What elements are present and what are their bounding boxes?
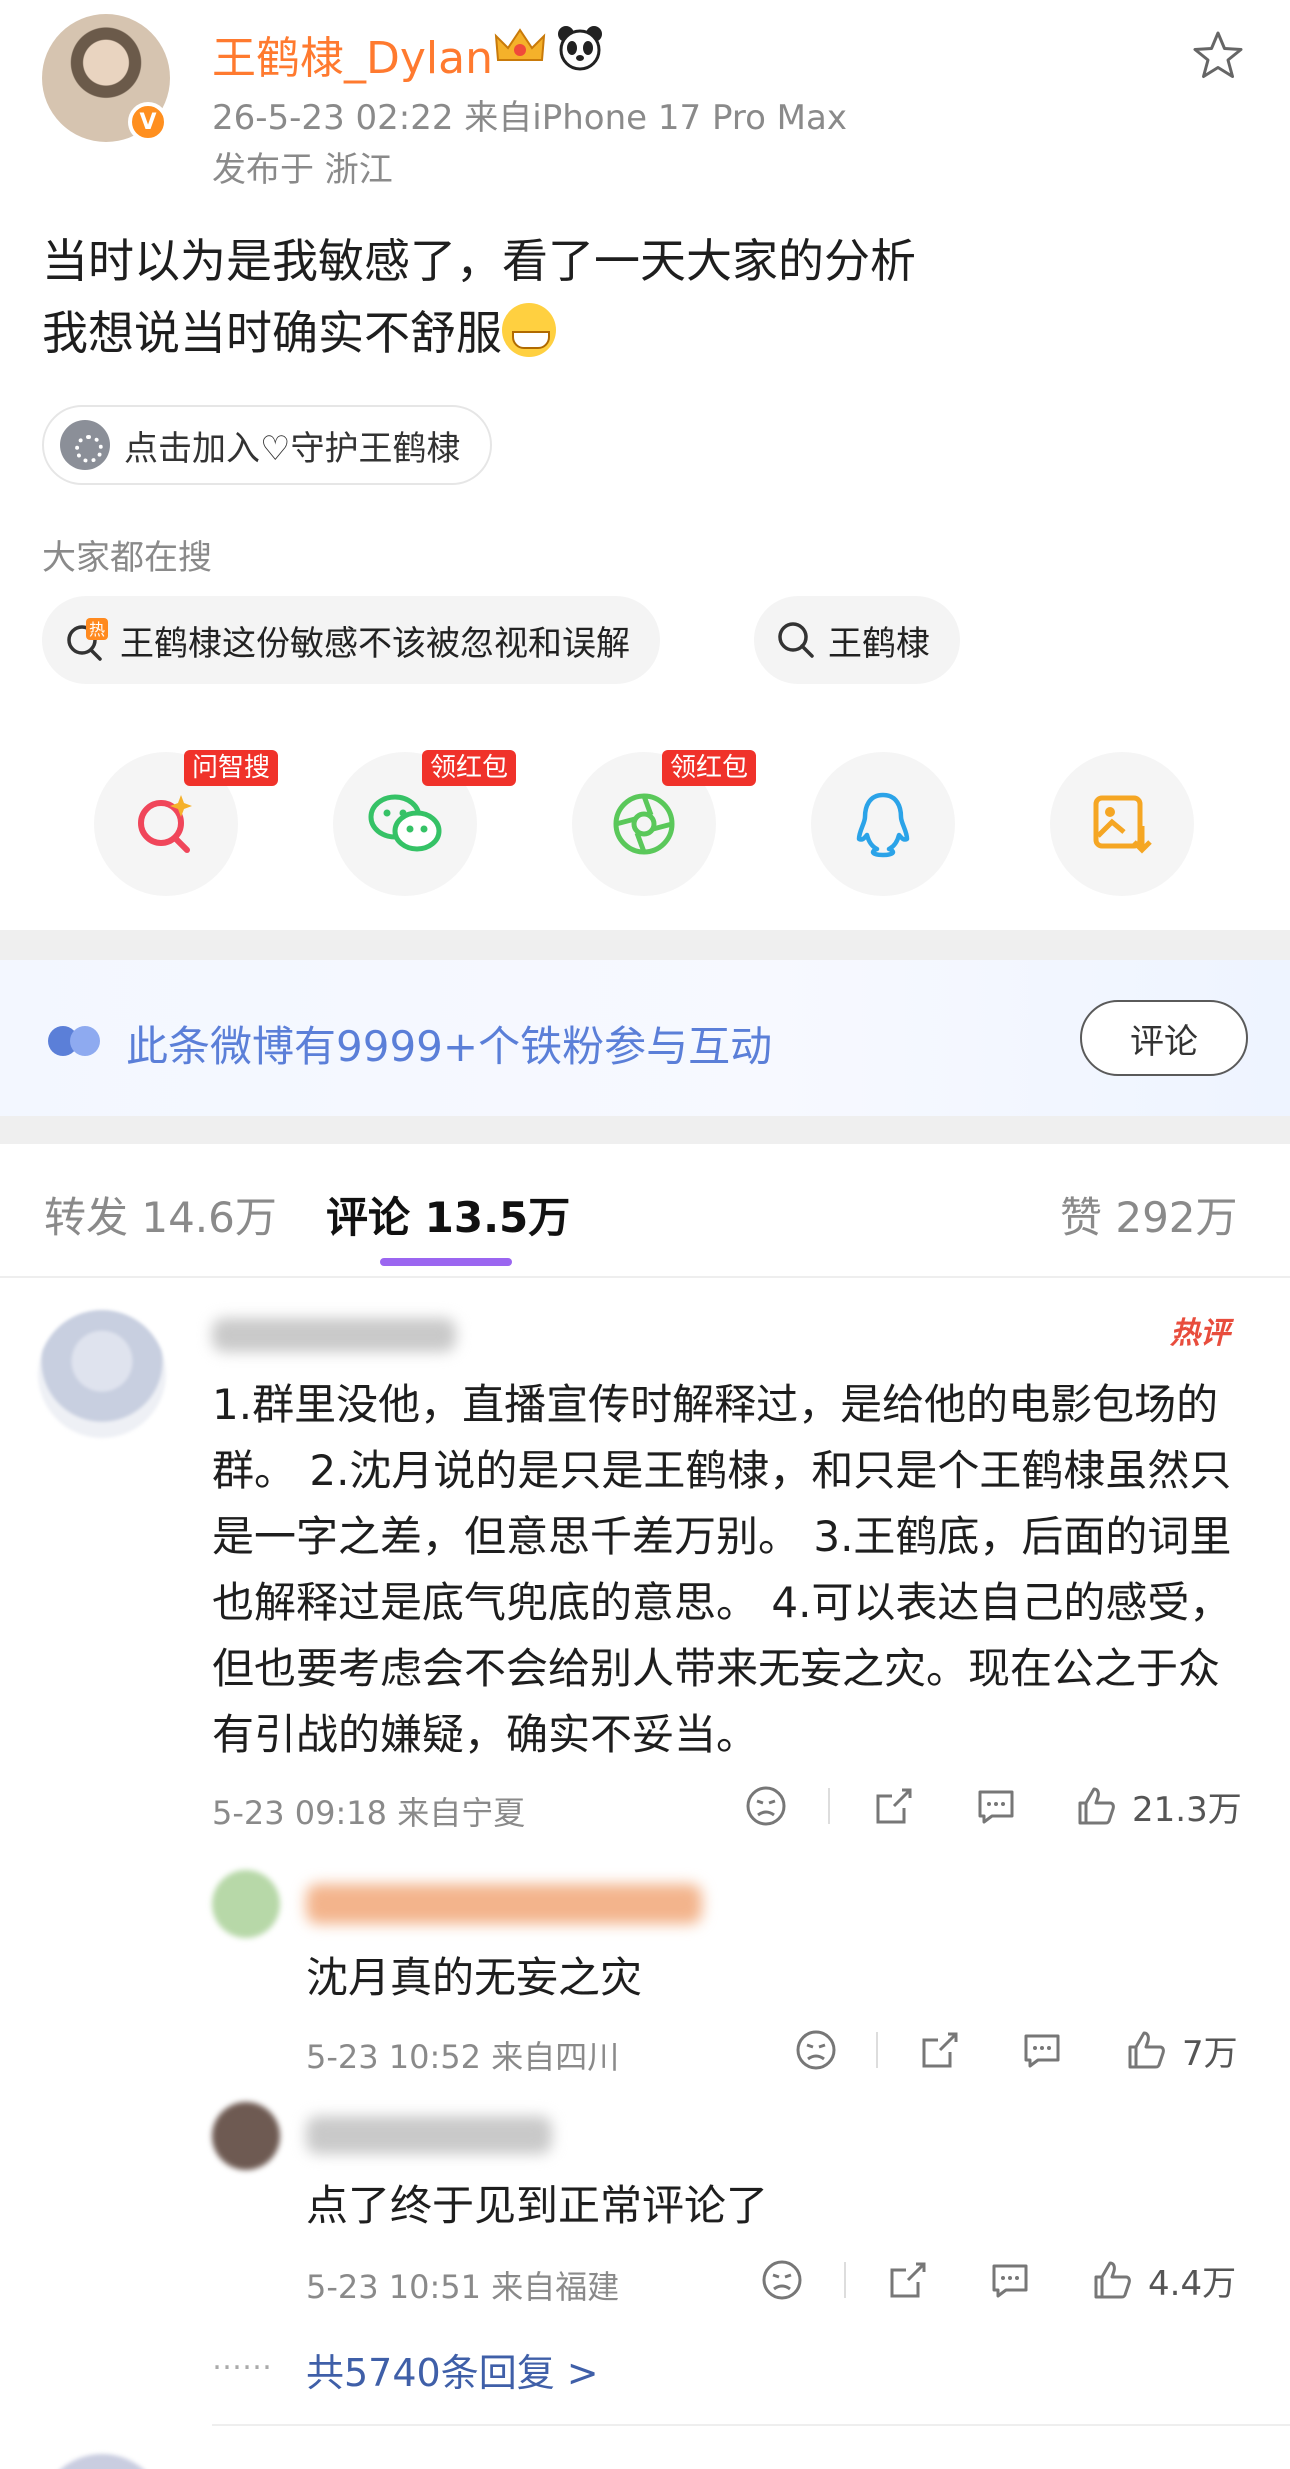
- thumbs-up-icon: [1078, 1787, 1115, 1824]
- reply-meta: 5-23 10:51 来自福建: [306, 2268, 620, 2306]
- qq-share-button[interactable]: [811, 752, 955, 896]
- share-icon[interactable]: [886, 2258, 930, 2302]
- save-image-icon: [1093, 795, 1152, 854]
- commenter-name-blurred[interactable]: [212, 1318, 456, 1352]
- tab-active-indicator: [380, 1258, 512, 1266]
- dislike-icon[interactable]: [760, 2258, 804, 2302]
- hot-search-icon: 热: [67, 618, 108, 661]
- fan-interaction-text: 此条微博有9999+个铁粉参与互动: [126, 1022, 773, 1071]
- trending-search-label: 王鹤棣这份敏感不该被忽视和误解: [120, 623, 630, 664]
- wechat-icon: [368, 794, 442, 852]
- fan-group-icon: [60, 420, 110, 470]
- tab-repost[interactable]: 转发 14.6万: [44, 1184, 277, 1245]
- share-icon[interactable]: [872, 1784, 916, 1828]
- trending-search-chip[interactable]: 热 王鹤棣这份敏感不该被忽视和误解: [42, 596, 660, 684]
- reply-text: 沈月真的无妄之灾: [306, 1953, 643, 2002]
- grin-emoji-icon: [502, 303, 556, 357]
- view-all-replies-link[interactable]: 共5740条回复 >: [306, 2342, 599, 2397]
- join-fan-group-button[interactable]: 点击加入♡守护王鹤棣: [42, 405, 493, 485]
- reply-avatar[interactable]: [212, 1870, 280, 1938]
- post-text-line1: 当时以为是我敏感了，看了一天大家的分析: [42, 234, 916, 288]
- panda-badge-icon: [558, 26, 602, 71]
- verified-badge-icon: V: [128, 102, 168, 142]
- reply-text: 点了终于见到正常评论了: [306, 2181, 769, 2230]
- fans-icon: [48, 1026, 100, 1056]
- tab-comment[interactable]: 评论 13.5万: [326, 1184, 570, 1245]
- post-time-source: 26-5-23 02:22 来自iPhone 17 Pro Max: [212, 98, 847, 138]
- share-badge: 领红包: [422, 750, 517, 786]
- comment-text: 1.群里没他，直播宣传时解释过，是给他的电影包场的群。 2.沈月说的是只是王鹤棣…: [212, 1380, 1232, 1759]
- hot-comment-tag: 热评: [1170, 1316, 1230, 1351]
- like-count: 21.3万: [1132, 1790, 1242, 1830]
- save-image-share-button[interactable]: [1050, 752, 1194, 896]
- svg-text:热: 热: [89, 620, 105, 639]
- reply-name-blurred[interactable]: [306, 1884, 702, 1924]
- trending-search-label: 王鹤棣: [828, 623, 930, 664]
- thumbs-up-icon: [1094, 2261, 1131, 2298]
- tab-divider: [0, 1276, 1290, 1278]
- action-divider: [844, 2262, 846, 2298]
- thumbs-up-icon: [1128, 2031, 1165, 2068]
- action-divider: [876, 2032, 878, 2068]
- share-badge: 领红包: [662, 750, 757, 786]
- post-text: 当时以为是我敏感了，看了一天大家的分析 我想说当时确实不舒服: [42, 225, 916, 369]
- reply-name-blurred[interactable]: [306, 2116, 552, 2154]
- replies-dots: ……: [212, 2342, 272, 2377]
- like-button[interactable]: 4.4万: [1090, 2256, 1236, 2305]
- next-commenter-avatar[interactable]: [38, 2454, 166, 2469]
- post-text-line2: 我想说当时确实不舒服: [42, 306, 502, 360]
- reply-comment-icon[interactable]: [988, 2258, 1032, 2302]
- favorite-star-icon[interactable]: [1190, 28, 1246, 84]
- trending-search-chip[interactable]: 王鹤棣: [754, 596, 960, 684]
- tab-like[interactable]: 赞 292万: [1060, 1184, 1238, 1245]
- like-count: 7万: [1182, 2034, 1238, 2074]
- join-fan-group-label: 点击加入♡守护王鹤棣: [124, 428, 461, 469]
- crown-badge-icon: [494, 28, 546, 61]
- share-icon[interactable]: [918, 2028, 962, 2072]
- reply-avatar[interactable]: [212, 2102, 280, 2170]
- dislike-icon[interactable]: [794, 2028, 838, 2072]
- moments-icon: [613, 793, 675, 855]
- commenter-avatar[interactable]: [38, 1310, 166, 1438]
- reply-meta: 5-23 10:52 来自四川: [306, 2038, 620, 2076]
- comment-button[interactable]: 评论: [1080, 1000, 1248, 1076]
- comment-divider: [212, 2424, 1290, 2426]
- search-icon: [778, 622, 814, 658]
- post-location: 发布于 浙江: [212, 150, 393, 190]
- action-divider: [828, 1788, 830, 1824]
- comment-meta: 5-23 09:18 来自宁夏: [212, 1794, 526, 1832]
- reply-comment-icon[interactable]: [1020, 2028, 1064, 2072]
- section-divider: [0, 930, 1290, 960]
- ai-search-icon: [138, 795, 192, 853]
- like-button[interactable]: 21.3万: [1074, 1782, 1242, 1831]
- trending-search-heading: 大家都在搜: [42, 538, 212, 578]
- dislike-icon[interactable]: [744, 1784, 788, 1828]
- like-count: 4.4万: [1148, 2264, 1237, 2304]
- share-badge: 问智搜: [184, 750, 279, 786]
- qq-icon: [856, 792, 910, 858]
- reply-comment-icon[interactable]: [974, 1784, 1018, 1828]
- section-divider: [0, 1116, 1290, 1144]
- like-button[interactable]: 7万: [1124, 2026, 1238, 2075]
- author-username[interactable]: 王鹤棣_Dylan: [212, 22, 493, 86]
